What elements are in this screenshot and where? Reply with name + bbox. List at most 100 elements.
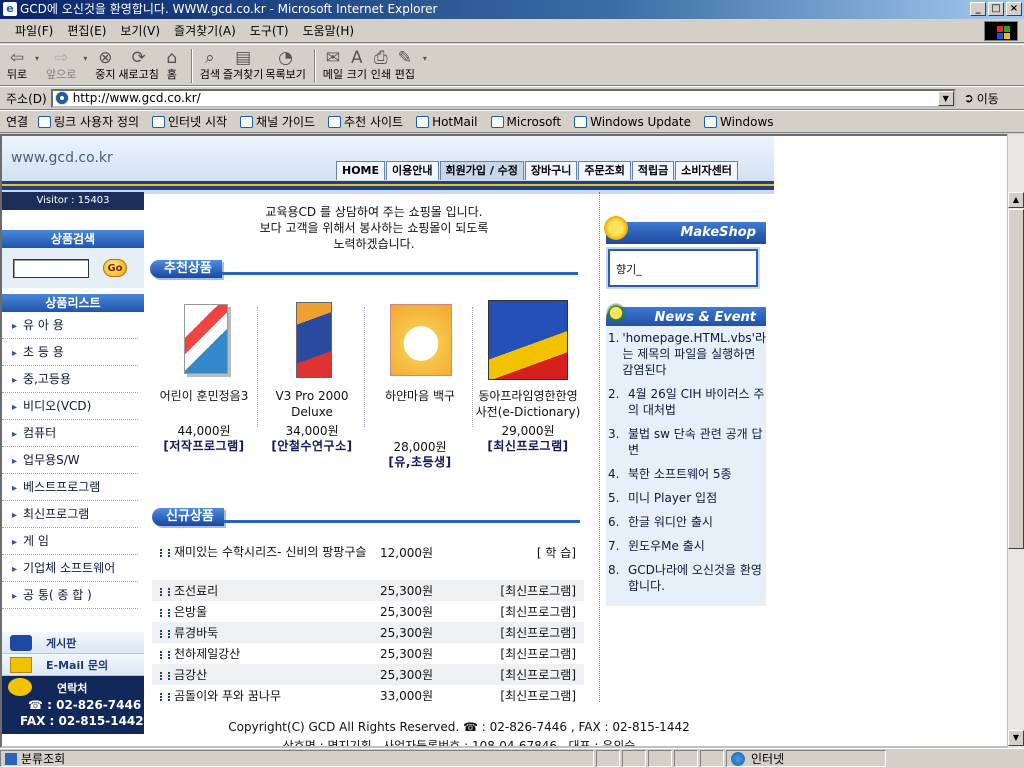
- category-item[interactable]: 비디오(VCD): [2, 393, 138, 420]
- vertical-scrollbar[interactable]: ▲ ▼: [1007, 134, 1024, 748]
- table-row[interactable]: 류경바둑 25,300원 [최신프로그램]: [152, 622, 584, 643]
- print-button[interactable]: ⎙ 인쇄: [370, 45, 392, 85]
- link-item[interactable]: 채널 가이드: [240, 113, 315, 130]
- news-text[interactable]: 한글 워디안 출시: [628, 514, 766, 530]
- nav-join[interactable]: 회원가입 / 수정: [439, 161, 524, 180]
- product-card[interactable]: V3 Pro 2000 Deluxe 34,000원 [안철수연구소]: [258, 300, 366, 470]
- item-name[interactable]: 재미있는 수학시리즈- 신비의 팡팡구슬: [152, 544, 380, 560]
- menu-tools[interactable]: 도구(T): [243, 20, 296, 42]
- table-row[interactable]: 은방울 25,300원 [최신프로그램]: [152, 601, 584, 622]
- product-image[interactable]: [272, 300, 352, 380]
- makeshop-box[interactable]: 향기_: [608, 249, 758, 287]
- news-item[interactable]: 3. 불법 sw 단속 관련 공개 답변: [606, 426, 766, 458]
- category-item[interactable]: 기업체 소프트웨어: [2, 555, 138, 582]
- item-name[interactable]: 조선료리: [152, 582, 380, 599]
- news-text[interactable]: 4월 26일 CIH 바이러스 주의 대처법: [628, 386, 766, 418]
- nav-order[interactable]: 주문조회: [578, 161, 631, 180]
- maximize-button[interactable]: □: [988, 2, 1004, 16]
- link-item[interactable]: 인터넷 시작: [152, 113, 227, 130]
- mail-button[interactable]: ✉ 메일: [322, 45, 344, 85]
- table-row[interactable]: 금강산 25,300원 [최신프로그램]: [152, 664, 584, 685]
- product-card[interactable]: 어린이 훈민정음3 44,000원 [저작프로그램]: [150, 300, 258, 470]
- product-image[interactable]: [164, 300, 244, 380]
- category-item[interactable]: 중,고등용: [2, 366, 138, 393]
- category-item[interactable]: 게 임: [2, 528, 138, 555]
- nav-support[interactable]: 소비자센터: [675, 161, 738, 180]
- news-text[interactable]: 불법 sw 단속 관련 공개 답변: [628, 426, 766, 458]
- category-item[interactable]: 베스트프로그램: [2, 474, 138, 501]
- menu-view[interactable]: 보기(V): [113, 20, 167, 42]
- category-item[interactable]: 공 통( 종 합 ): [2, 582, 138, 609]
- category-item[interactable]: 초 등 용: [2, 339, 138, 366]
- news-item[interactable]: 7. 윈도우Me 출시: [606, 538, 766, 554]
- product-card[interactable]: 동아프라임영한한영사전(e-Dictionary) 29,000원 [최신프로그…: [474, 300, 582, 470]
- table-row[interactable]: 천하제일강산 25,300원 [최신프로그램]: [152, 643, 584, 664]
- refresh-button[interactable]: ⟳ 새로고침: [118, 45, 158, 85]
- address-dropdown-icon[interactable]: ▼: [937, 90, 954, 106]
- forward-button[interactable]: ⇨ 앞으로: [46, 45, 76, 85]
- item-name[interactable]: 류경바둑: [152, 624, 380, 641]
- scroll-down-arrow-icon[interactable]: ▼: [1008, 730, 1024, 746]
- scroll-up-arrow-icon[interactable]: ▲: [1008, 192, 1024, 208]
- menu-file[interactable]: 파일(F): [8, 20, 60, 42]
- size-button[interactable]: A 크기: [346, 45, 368, 85]
- news-item[interactable]: 2. 4월 26일 CIH 바이러스 주의 대처법: [606, 386, 766, 418]
- minimize-button[interactable]: _: [970, 2, 986, 16]
- link-item[interactable]: 추천 사이트: [328, 113, 403, 130]
- news-item[interactable]: 5. 미니 Player 입점: [606, 490, 766, 506]
- news-text[interactable]: GCD나라에 오신것을 환영 합니다.: [628, 562, 766, 594]
- news-text[interactable]: 북한 소프트웨어 5종: [628, 466, 766, 482]
- home-button[interactable]: ⌂ 홈: [161, 45, 183, 85]
- item-name[interactable]: 은방울: [152, 603, 380, 620]
- email-inquiry-link[interactable]: E-Mail 문의: [2, 654, 144, 676]
- news-item[interactable]: 1.'homepage.HTML.vbs'라는 제목의 파일을 실행하면 감염된…: [606, 330, 766, 378]
- link-item[interactable]: Windows Update: [574, 115, 691, 129]
- history-button[interactable]: ◔ 목록보기: [265, 45, 305, 85]
- back-button[interactable]: ⇦ 뒤로: [6, 45, 28, 85]
- edit-button[interactable]: ✎ 편집: [394, 45, 416, 85]
- address-input[interactable]: http://www.gcd.co.kr/ ▼: [50, 88, 956, 108]
- nav-home[interactable]: HOME: [336, 161, 386, 180]
- news-item[interactable]: 6. 한글 워디안 출시: [606, 514, 766, 530]
- link-item[interactable]: Microsoft: [490, 115, 561, 129]
- news-text[interactable]: 'homepage.HTML.vbs'라는 제목의 파일을 실행하면 감염된다: [622, 330, 766, 378]
- menu-favorites[interactable]: 즐겨찾기(A): [167, 20, 243, 42]
- category-item[interactable]: 컴퓨터: [2, 420, 138, 447]
- product-card[interactable]: 하얀마음 백구 28,000원 [유,초등생]: [366, 300, 474, 470]
- close-button[interactable]: ×: [1006, 2, 1022, 16]
- link-item[interactable]: Windows: [703, 115, 774, 129]
- table-row[interactable]: 재미있는 수학시리즈- 신비의 팡팡구슬 12,000원 [ 학 습]: [152, 542, 584, 580]
- search-go-button[interactable]: Go: [103, 259, 127, 277]
- nav-points[interactable]: 적립금: [631, 161, 675, 180]
- edit-dropdown[interactable]: ▾: [418, 45, 432, 85]
- table-row[interactable]: 곰돌이와 푸와 꿈나무 33,000원 [최신프로그램]: [152, 685, 584, 706]
- nav-guide[interactable]: 이용안내: [386, 161, 439, 180]
- nav-cart[interactable]: 장바구니: [524, 161, 578, 180]
- link-item[interactable]: 링크 사용자 정의: [38, 113, 139, 130]
- news-text[interactable]: 윈도우Me 출시: [628, 538, 766, 554]
- board-link[interactable]: 게시판: [2, 632, 144, 654]
- item-name[interactable]: 천하제일강산: [152, 645, 380, 662]
- product-search-input[interactable]: [13, 258, 89, 278]
- product-image[interactable]: [380, 300, 460, 380]
- news-item[interactable]: 4. 북한 소프트웨어 5종: [606, 466, 766, 482]
- product-image[interactable]: [488, 300, 568, 380]
- scroll-thumb[interactable]: [1008, 209, 1024, 549]
- back-dropdown[interactable]: ▾: [30, 45, 44, 85]
- stop-button[interactable]: ⊗ 중지: [94, 45, 116, 85]
- item-name[interactable]: 금강산: [152, 666, 380, 683]
- menu-edit[interactable]: 편집(E): [60, 20, 113, 42]
- favorites-button[interactable]: ▤ 즐겨찾기: [223, 45, 263, 85]
- link-item[interactable]: HotMail: [416, 115, 478, 129]
- news-item[interactable]: 8. GCD나라에 오신것을 환영 합니다.: [606, 562, 766, 594]
- forward-dropdown[interactable]: ▾: [78, 45, 92, 85]
- menu-help[interactable]: 도움말(H): [296, 20, 362, 42]
- search-button[interactable]: ⌕ 검색: [199, 45, 221, 85]
- go-button[interactable]: ➲ 이동: [964, 90, 999, 107]
- category-item[interactable]: 유 아 용: [2, 312, 138, 339]
- category-item[interactable]: 최신프로그램: [2, 501, 138, 528]
- table-row[interactable]: 조선료리 25,300원 [최신프로그램]: [152, 580, 584, 601]
- item-name[interactable]: 곰돌이와 푸와 꿈나무: [152, 687, 380, 704]
- news-text[interactable]: 미니 Player 입점: [628, 490, 766, 506]
- category-item[interactable]: 업무용S/W: [2, 447, 138, 474]
